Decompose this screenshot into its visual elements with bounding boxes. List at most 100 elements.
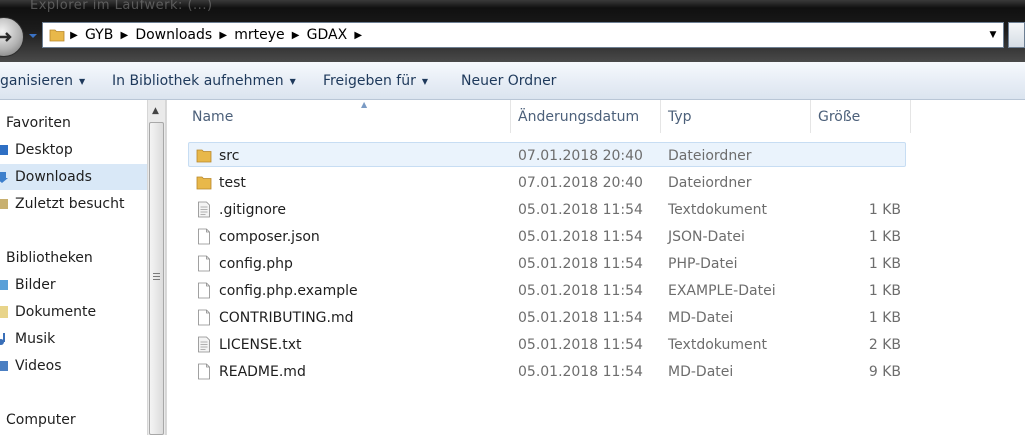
include-in-library-menu[interactable]: In Bibliothek aufnehmen ▼ xyxy=(112,62,296,100)
file-icon xyxy=(196,228,212,245)
file-icon xyxy=(196,255,212,272)
address-history-dropdown[interactable]: ▼ xyxy=(983,23,1003,47)
nav-pictures-label: Bilder xyxy=(15,277,56,293)
file-date: 05.01.2018 11:54 xyxy=(518,255,643,272)
file-name: README.md xyxy=(219,363,306,380)
file-date: 05.01.2018 11:54 xyxy=(518,282,643,299)
file-row[interactable]: config.php.example 05.01.2018 11:54 EXAMPL… xyxy=(188,277,906,302)
column-header-size[interactable]: Größe xyxy=(811,100,911,133)
breadcrumb-separator-icon[interactable]: ▶ xyxy=(349,30,367,41)
file-row[interactable]: CONTRIBUTING.md 05.01.2018 11:54 MD-Datei 1… xyxy=(188,304,906,329)
nav-downloads-label: Downloads xyxy=(15,169,92,185)
file-name: .gitignore xyxy=(219,201,286,218)
nav-desktop-label: Desktop xyxy=(15,142,73,158)
breadcrumb-mrteye[interactable]: mrteye xyxy=(232,27,286,43)
file-type: MD-Datei xyxy=(668,309,734,326)
file-date: 07.01.2018 20:40 xyxy=(518,174,643,191)
arrow-right-icon xyxy=(0,32,12,42)
file-row[interactable]: README.md 05.01.2018 11:54 MD-Datei 9 KB xyxy=(188,358,906,383)
address-bar[interactable]: ▶ GYB ▶ Downloads ▶ mrteye ▶ GDAX ▶ ▼ xyxy=(42,22,1004,48)
file-icon xyxy=(196,282,212,299)
file-row[interactable]: test 07.01.2018 20:40 Dateiordner xyxy=(188,169,906,194)
file-row[interactable]: src 07.01.2018 20:40 Dateiordner xyxy=(188,142,906,167)
file-row[interactable]: LICENSE.txt 05.01.2018 11:54 Textdokument 2… xyxy=(188,331,906,356)
file-row[interactable]: composer.json 05.01.2018 11:54 JSON-Datei 1… xyxy=(188,223,906,248)
documents-icon xyxy=(0,306,8,318)
file-name: composer.json xyxy=(219,228,320,245)
organize-menu[interactable]: ganisieren ▼ xyxy=(0,62,85,100)
file-row[interactable]: .gitignore 05.01.2018 11:54 Textdokument 1 … xyxy=(188,196,906,221)
file-icon xyxy=(196,363,212,380)
forward-button[interactable] xyxy=(0,17,24,57)
new-folder-button[interactable]: Neuer Ordner xyxy=(461,62,556,100)
command-bar: ganisieren ▼ In Bibliothek aufnehmen ▼ F… xyxy=(0,62,1025,100)
file-size: 1 KB xyxy=(868,255,901,272)
column-type-label: Typ xyxy=(668,108,692,125)
file-list: Name ▲ Änderungsdatum Typ Größe src 07.01… xyxy=(167,100,1025,435)
file-date: 05.01.2018 11:54 xyxy=(518,228,643,245)
breadcrumb-separator-icon[interactable]: ▶ xyxy=(214,30,232,41)
file-date: 05.01.2018 11:54 xyxy=(518,201,643,218)
file-date: 05.01.2018 11:54 xyxy=(518,336,643,353)
nav-computer[interactable]: Computer xyxy=(0,407,147,433)
file-name: test xyxy=(219,174,246,191)
navigation-scrollbar[interactable]: ▲ xyxy=(147,100,166,435)
text-file-icon xyxy=(196,201,212,218)
folder-icon xyxy=(196,174,212,191)
nav-libraries-label: Bibliotheken xyxy=(6,250,93,266)
organize-label: ganisieren xyxy=(0,73,73,89)
caret-down-icon: ▼ xyxy=(289,76,296,86)
sort-ascending-icon: ▲ xyxy=(361,100,368,109)
scroll-up-arrow-icon[interactable]: ▲ xyxy=(152,106,159,116)
breadcrumb-separator-icon[interactable]: ▶ xyxy=(115,30,133,41)
file-date: 07.01.2018 20:40 xyxy=(518,147,643,164)
breadcrumb-separator-icon[interactable]: ▶ xyxy=(65,30,83,41)
nav-music[interactable]: Musik xyxy=(0,326,147,352)
column-header-type[interactable]: Typ xyxy=(661,100,811,133)
nav-videos-label: Videos xyxy=(15,358,62,374)
nav-computer-label: Computer xyxy=(6,412,76,428)
scrollbar-thumb[interactable] xyxy=(149,122,164,435)
recent-pages-dropdown[interactable] xyxy=(27,29,39,43)
folder-icon xyxy=(49,27,65,43)
file-row[interactable]: config.php 05.01.2018 11:54 PHP-Datei 1 KB xyxy=(188,250,906,275)
nav-downloads[interactable]: Downloads xyxy=(0,164,147,190)
file-type: PHP-Datei xyxy=(668,255,738,272)
share-label: Freigeben für xyxy=(323,73,416,89)
file-size: 1 KB xyxy=(868,228,901,245)
text-file-icon xyxy=(196,336,212,353)
nav-desktop[interactable]: Desktop xyxy=(0,137,147,163)
music-icon xyxy=(0,333,5,345)
breadcrumb-gdax[interactable]: GDAX xyxy=(305,27,350,43)
nav-recent-label: Zuletzt besucht xyxy=(15,196,125,212)
file-type: Dateiordner xyxy=(668,174,752,191)
column-header-date[interactable]: Änderungsdatum xyxy=(511,100,661,133)
breadcrumb-gyb[interactable]: GYB xyxy=(83,27,115,43)
column-name-label: Name xyxy=(192,108,234,125)
file-icon xyxy=(196,309,212,326)
nav-pictures[interactable]: Bilder xyxy=(0,272,147,298)
refresh-button[interactable] xyxy=(1008,22,1025,48)
file-size: 9 KB xyxy=(868,363,901,380)
file-size: 1 KB xyxy=(868,282,901,299)
chevron-down-icon: ▼ xyxy=(989,30,997,40)
new-folder-label: Neuer Ordner xyxy=(461,73,557,89)
nav-recent[interactable]: Zuletzt besucht xyxy=(0,191,147,217)
file-name: src xyxy=(219,147,240,164)
file-size: 1 KB xyxy=(868,201,901,218)
column-header-name[interactable]: Name ▲ xyxy=(185,100,511,133)
nav-favorites[interactable]: Favoriten xyxy=(0,110,147,136)
grip-icon xyxy=(153,273,160,282)
share-with-menu[interactable]: Freigeben für ▼ xyxy=(323,62,428,100)
folder-icon xyxy=(196,147,212,164)
nav-videos[interactable]: Videos xyxy=(0,353,147,379)
breadcrumb-separator-icon[interactable]: ▶ xyxy=(287,30,305,41)
pictures-icon xyxy=(0,280,8,290)
file-name: config.php xyxy=(219,255,293,272)
nav-libraries[interactable]: Bibliotheken xyxy=(0,245,147,271)
nav-documents[interactable]: Dokumente xyxy=(0,299,147,325)
nav-favorites-label: Favoriten xyxy=(6,115,71,131)
file-type: Textdokument xyxy=(668,201,767,218)
file-type: Textdokument xyxy=(668,336,767,353)
breadcrumb-downloads[interactable]: Downloads xyxy=(133,27,214,43)
